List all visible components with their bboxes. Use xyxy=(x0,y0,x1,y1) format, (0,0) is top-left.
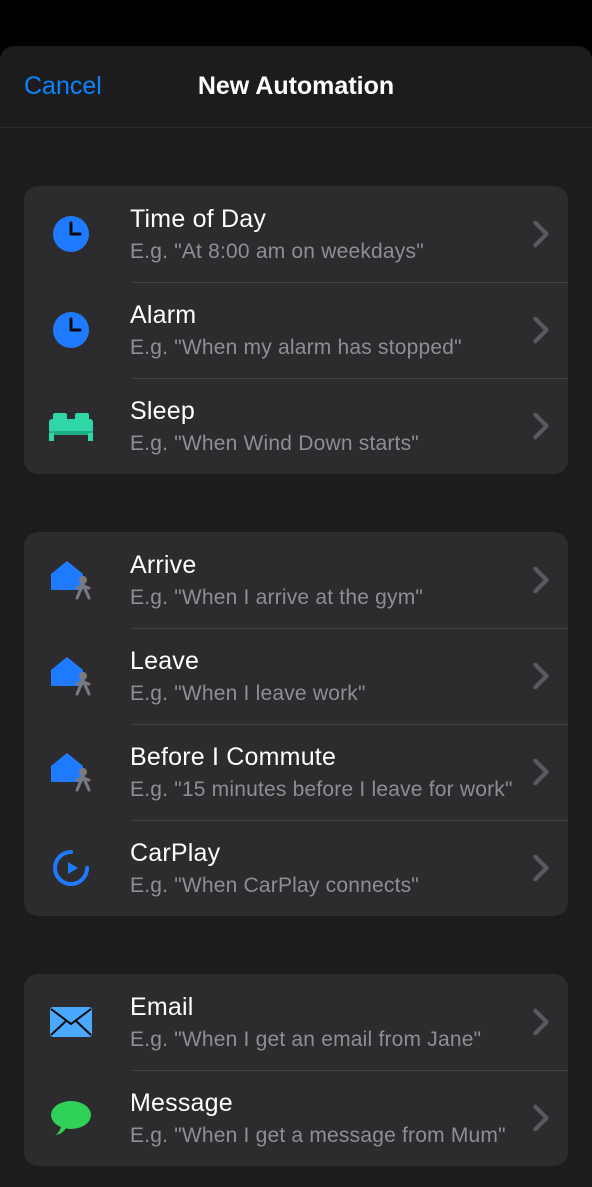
chevron-right-icon xyxy=(532,758,550,786)
navbar: Cancel New Automation xyxy=(0,46,592,128)
trigger-list: Time of Day E.g. "At 8:00 am on weekdays… xyxy=(0,186,592,1166)
chevron-right-icon xyxy=(532,566,550,594)
clock-icon xyxy=(38,214,104,254)
chevron-right-icon xyxy=(532,662,550,690)
row-subtitle: E.g. "At 8:00 am on weekdays" xyxy=(130,240,520,264)
trigger-row-time-of-day[interactable]: Time of Day E.g. "At 8:00 am on weekdays… xyxy=(24,186,568,282)
chevron-right-icon xyxy=(532,854,550,882)
row-title: Leave xyxy=(130,647,520,676)
trigger-row-carplay[interactable]: CarPlay E.g. "When CarPlay connects" xyxy=(24,820,568,916)
trigger-row-before-commute[interactable]: Before I Commute E.g. "15 minutes before… xyxy=(24,724,568,820)
trigger-row-leave[interactable]: Leave E.g. "When I leave work" xyxy=(24,628,568,724)
email-icon xyxy=(38,1006,104,1038)
chevron-right-icon xyxy=(532,1104,550,1132)
row-title: Message xyxy=(130,1089,520,1118)
trigger-row-alarm[interactable]: Alarm E.g. "When my alarm has stopped" xyxy=(24,282,568,378)
trigger-row-email[interactable]: Email E.g. "When I get an email from Jan… xyxy=(24,974,568,1070)
row-title: Alarm xyxy=(130,301,520,330)
row-title: Sleep xyxy=(130,397,520,426)
trigger-row-sleep[interactable]: Sleep E.g. "When Wind Down starts" xyxy=(24,378,568,474)
row-title: Time of Day xyxy=(130,205,520,234)
bed-icon xyxy=(38,409,104,443)
row-subtitle: E.g. "When I get an email from Jane" xyxy=(130,1028,520,1052)
trigger-row-arrive[interactable]: Arrive E.g. "When I arrive at the gym" xyxy=(24,532,568,628)
trigger-group: Time of Day E.g. "At 8:00 am on weekdays… xyxy=(24,186,568,474)
row-title: CarPlay xyxy=(130,839,520,868)
row-subtitle: E.g. "15 minutes before I leave for work… xyxy=(130,778,520,802)
home-person-icon xyxy=(38,750,104,794)
row-title: Arrive xyxy=(130,551,520,580)
chevron-right-icon xyxy=(532,412,550,440)
chevron-right-icon xyxy=(532,1008,550,1036)
message-icon xyxy=(38,1099,104,1137)
row-subtitle: E.g. "When Wind Down starts" xyxy=(130,432,520,456)
home-person-icon xyxy=(38,654,104,698)
row-subtitle: E.g. "When I leave work" xyxy=(130,682,520,706)
chevron-right-icon xyxy=(532,316,550,344)
carplay-icon xyxy=(38,848,104,888)
cancel-button[interactable]: Cancel xyxy=(24,72,102,101)
modal-sheet: Cancel New Automation Time of Day E.g. "… xyxy=(0,46,592,1187)
trigger-group: Email E.g. "When I get an email from Jan… xyxy=(24,974,568,1166)
row-title: Email xyxy=(130,993,520,1022)
clock-icon xyxy=(38,310,104,350)
row-title: Before I Commute xyxy=(130,743,520,772)
home-person-icon xyxy=(38,558,104,602)
chevron-right-icon xyxy=(532,220,550,248)
row-subtitle: E.g. "When I get a message from Mum" xyxy=(130,1124,520,1148)
row-subtitle: E.g. "When my alarm has stopped" xyxy=(130,336,520,360)
row-subtitle: E.g. "When CarPlay connects" xyxy=(130,874,520,898)
trigger-group: Arrive E.g. "When I arrive at the gym" L… xyxy=(24,532,568,916)
trigger-row-message[interactable]: Message E.g. "When I get a message from … xyxy=(24,1070,568,1166)
row-subtitle: E.g. "When I arrive at the gym" xyxy=(130,586,520,610)
